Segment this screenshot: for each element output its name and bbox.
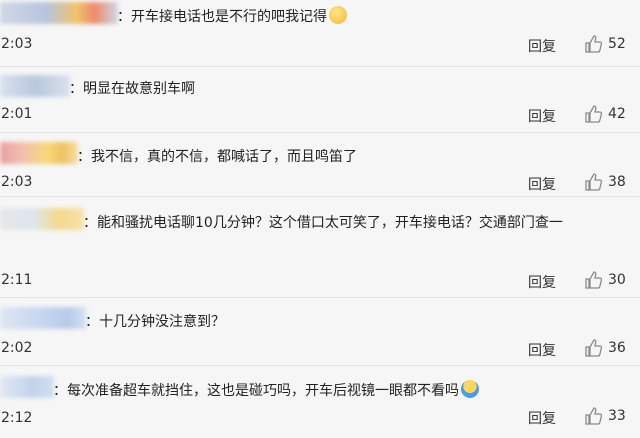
comment-text: ：十几分钟没注意到？ [85, 314, 225, 330]
username-blurred[interactable] [0, 2, 118, 24]
like-count: 52 [608, 36, 626, 52]
thumbs-up-icon[interactable] [584, 338, 604, 358]
comment-item: ：十几分钟没注意到？ 2:02 回复 36 [0, 297, 640, 366]
comment-item: ：明显在故意别车啊 2:01 回复 42 [0, 66, 640, 133]
thumbs-up-icon[interactable] [584, 270, 604, 290]
shrug-emoji-icon [461, 380, 479, 398]
thumbs-up-icon[interactable] [584, 104, 604, 124]
username-blurred[interactable] [0, 307, 86, 329]
comment-time: 2:03 [1, 36, 33, 52]
like-count: 42 [608, 106, 626, 122]
comment-item: ：每次准备超车就挡住，这也是碰巧吗，开车后视镜一眼都不看吗 2:12 回复 33 [0, 365, 640, 438]
reply-button[interactable]: 回复 [528, 36, 556, 56]
reply-button[interactable]: 回复 [528, 174, 556, 194]
like-count: 36 [608, 340, 626, 356]
like-count: 30 [608, 272, 626, 288]
comment-item: ：开车接电话也是不行的吧我记得 2:03 回复 52 [0, 0, 640, 67]
comment-text: ：我不信，真的不信，都喊话了，而且鸣笛了 [77, 149, 357, 165]
thumbs-up-icon[interactable] [584, 172, 604, 192]
comment-time: 2:02 [1, 340, 33, 356]
comment-text: ：开车接电话也是不行的吧我记得 [117, 6, 347, 26]
thumbs-up-icon[interactable] [584, 406, 604, 426]
comment-item: ：能和骚扰电话聊10几分钟？这个借口太可笑了，开车接电话？交通部门查一 2:11… [0, 196, 640, 298]
username-blurred[interactable] [0, 142, 78, 164]
reply-button[interactable]: 回复 [528, 272, 556, 292]
thumbs-up-icon[interactable] [584, 34, 604, 54]
comment-time: 2:03 [1, 174, 33, 190]
comment-item: ：我不信，真的不信，都喊话了，而且鸣笛了 2:03 回复 38 [0, 132, 640, 197]
comment-text: ：每次准备超车就挡住，这也是碰巧吗，开车后视镜一眼都不看吗 [53, 380, 479, 400]
username-blurred[interactable] [0, 376, 54, 398]
like-count: 38 [608, 174, 626, 190]
smile-emoji-icon [329, 6, 347, 24]
comment-time: 2:11 [1, 272, 33, 288]
reply-button[interactable]: 回复 [528, 408, 556, 428]
reply-button[interactable]: 回复 [528, 340, 556, 360]
comment-time: 2:01 [1, 106, 33, 122]
comment-time: 2:12 [1, 410, 33, 426]
like-count: 33 [608, 408, 626, 424]
comment-text: ：能和骚扰电话聊10几分钟？这个借口太可笑了，开车接电话？交通部门查一 [83, 215, 563, 231]
reply-button[interactable]: 回复 [528, 106, 556, 126]
username-blurred[interactable] [0, 75, 70, 97]
comment-text: ：明显在故意别车啊 [69, 81, 195, 97]
username-blurred[interactable] [0, 208, 84, 230]
